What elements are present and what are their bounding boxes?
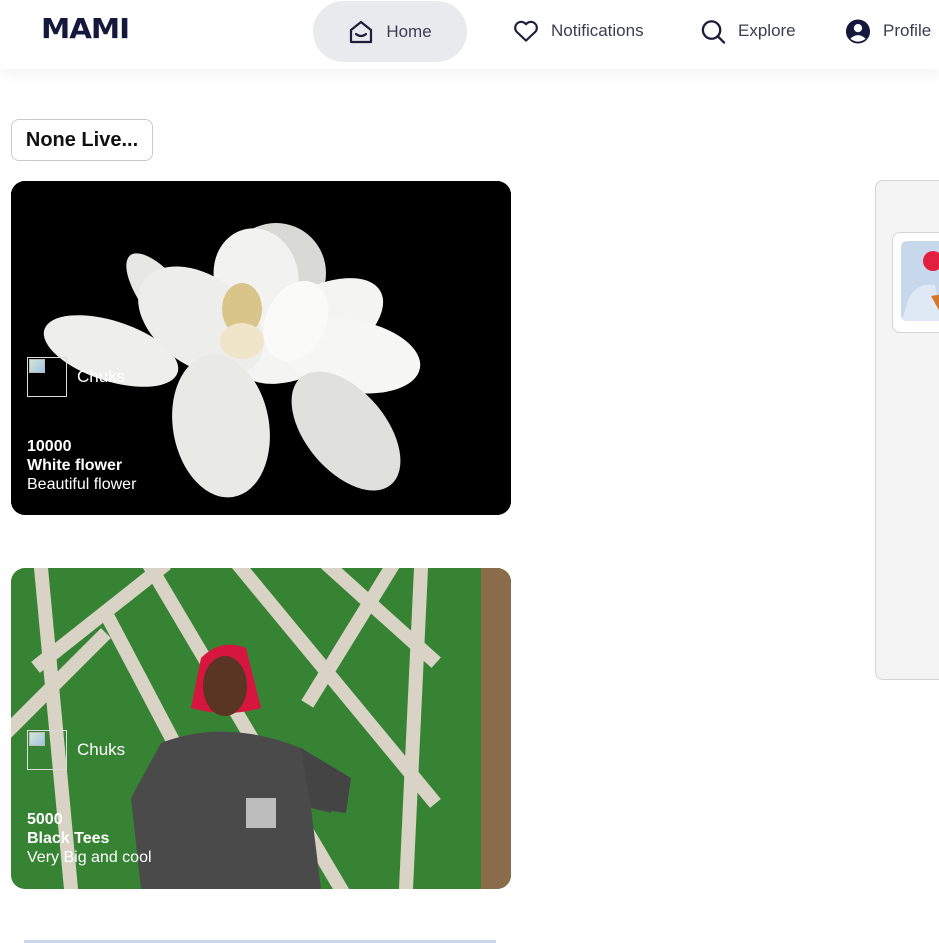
nav-profile-label: Profile xyxy=(883,21,932,40)
post-description: Very Big and cool xyxy=(27,849,152,866)
nav-notifications[interactable]: Notifications xyxy=(513,0,644,62)
top-navigation-bar: MAMI Home Notifications Explore Profile xyxy=(0,0,939,69)
author-name: Chuks xyxy=(77,740,126,759)
nav-home[interactable]: Home xyxy=(313,1,467,62)
post-description: Beautiful flower xyxy=(27,476,137,493)
post-price: 10000 xyxy=(27,438,72,455)
post-card[interactable]: Chuks 5000 Black Tees Very Big and cool xyxy=(11,568,511,889)
side-story-thumbnail xyxy=(901,241,939,321)
post-price: 5000 xyxy=(27,811,63,828)
author-avatar xyxy=(27,730,67,770)
live-status-chip[interactable]: None Live... xyxy=(11,119,153,161)
side-panel xyxy=(875,180,939,680)
post-author[interactable]: Chuks xyxy=(27,730,125,770)
side-story-card[interactable] xyxy=(892,232,939,333)
post-author[interactable]: Chuks xyxy=(27,357,125,397)
post-title: White flower xyxy=(27,457,123,474)
nav-explore-label: Explore xyxy=(738,21,796,40)
post-info: 5000 Black Tees Very Big and cool xyxy=(27,810,152,867)
user-circle-icon xyxy=(845,18,871,44)
app-logo[interactable]: MAMI xyxy=(41,12,130,45)
nav-notifications-label: Notifications xyxy=(551,21,644,40)
post-card[interactable]: Chuks 10000 White flower Beautiful flowe… xyxy=(11,181,511,515)
author-avatar xyxy=(27,357,67,397)
author-name: Chuks xyxy=(77,367,126,386)
search-icon xyxy=(700,18,726,44)
nav-home-label: Home xyxy=(386,21,432,41)
nav-explore[interactable]: Explore xyxy=(700,0,796,62)
nav-profile[interactable]: Profile xyxy=(845,0,931,62)
post-title: Black Tees xyxy=(27,830,110,847)
post-info: 10000 White flower Beautiful flower xyxy=(27,437,136,494)
home-icon xyxy=(348,19,374,45)
heart-icon xyxy=(513,18,539,44)
